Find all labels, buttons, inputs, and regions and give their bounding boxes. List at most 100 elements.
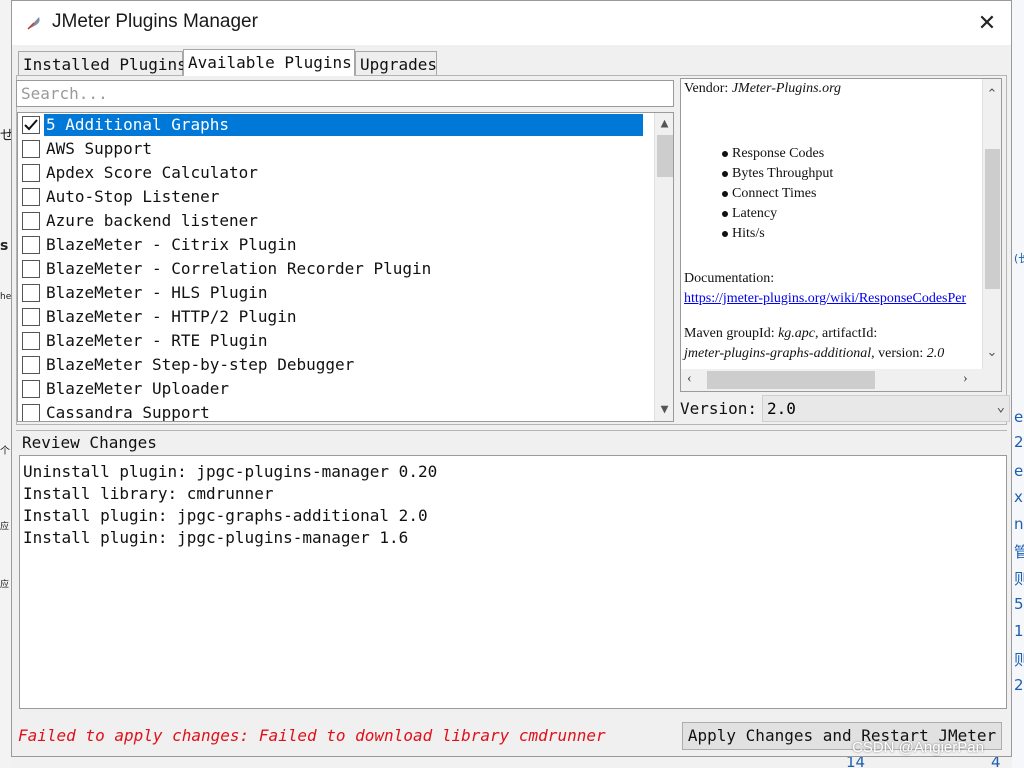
- plugin-name: BlazeMeter - Citrix Plugin: [46, 235, 297, 254]
- feature-item: Hits/s: [684, 224, 984, 244]
- plugin-list-item[interactable]: 5 Additional Graphs: [18, 113, 673, 137]
- plugin-details-content: Vendor: JMeter-Plugins.org Response Code…: [684, 79, 984, 364]
- plugin-checkbox[interactable]: [22, 212, 40, 230]
- tab-installed-plugins[interactable]: Installed Plugins: [18, 51, 187, 75]
- review-changes-text[interactable]: Uninstall plugin: jpgc-plugins-manager 0…: [19, 455, 1007, 709]
- tab-available-plugins[interactable]: Available Plugins: [183, 49, 355, 76]
- plugin-checkbox[interactable]: [22, 332, 40, 350]
- plugin-list-item[interactable]: BlazeMeter Step-by-step Debugger: [18, 353, 673, 377]
- plugin-list-item[interactable]: Azure backend listener: [18, 209, 673, 233]
- documentation-label: Documentation:: [684, 271, 775, 286]
- plugin-list-item[interactable]: AWS Support: [18, 137, 673, 161]
- version-label: Version:: [680, 399, 758, 418]
- plugin-checkbox[interactable]: [22, 284, 40, 302]
- documentation-link[interactable]: https://jmeter-plugins.org/wiki/Response…: [684, 289, 984, 309]
- plugin-list: 5 Additional Graphs AWS Support Apdex Scor…: [17, 112, 674, 422]
- background-glyph: e: [1014, 462, 1024, 480]
- details-vertical-scrollbar[interactable]: ⌃ ⌄: [982, 79, 1001, 369]
- plugin-list-item[interactable]: BlazeMeter - Correlation Recorder Plugin: [18, 257, 673, 281]
- scrollbar-thumb[interactable]: [657, 135, 673, 177]
- plugin-name: AWS Support: [46, 139, 152, 158]
- maven-version-label: , version:: [871, 346, 924, 361]
- plugin-name: BlazeMeter - HLS Plugin: [46, 283, 268, 302]
- plugin-checkbox[interactable]: [22, 356, 40, 374]
- background-glyph: 应: [0, 580, 10, 590]
- feature-item: Bytes Throughput: [684, 164, 984, 184]
- plugin-name: 5 Additional Graphs: [44, 114, 643, 136]
- scroll-down-icon[interactable]: ⌄: [983, 343, 1001, 361]
- close-icon: ✕: [977, 10, 997, 35]
- plugin-rows: 5 Additional Graphs AWS Support Apdex Scor…: [18, 113, 673, 422]
- plugin-checkbox[interactable]: [22, 164, 40, 182]
- plugin-checkbox[interactable]: [22, 404, 40, 421]
- plugin-name: Auto-Stop Listener: [46, 187, 220, 206]
- background-glyph: 个: [0, 446, 10, 457]
- version-select[interactable]: 2.0 ⌄: [762, 395, 1010, 422]
- error-message: Failed to apply changes: Failed to downl…: [18, 726, 606, 745]
- plugin-name: Azure backend listener: [46, 211, 258, 230]
- checkmark-icon: [24, 119, 38, 131]
- plugin-checkbox[interactable]: [22, 140, 40, 158]
- version-value: 2.0: [767, 399, 796, 418]
- feature-item: Response Codes: [684, 144, 984, 164]
- tab-upgrades[interactable]: Upgrades: [355, 51, 437, 75]
- scroll-right-icon[interactable]: ›: [963, 371, 968, 387]
- plugin-name: BlazeMeter Step-by-step Debugger: [46, 355, 355, 374]
- background-glyph: 则: [1014, 570, 1024, 588]
- maven-label: Maven groupId:: [684, 326, 775, 341]
- plugin-list-item[interactable]: Auto-Stop Listener: [18, 185, 673, 209]
- plugin-name: BlazeMeter Uploader: [46, 379, 230, 398]
- plugin-checkbox[interactable]: [22, 188, 40, 206]
- feature-list: Response Codes Bytes Throughput Connect …: [684, 144, 984, 244]
- background-glyph: 应: [0, 522, 10, 532]
- feature-item: Connect Times: [684, 184, 984, 204]
- plugin-list-item[interactable]: BlazeMeter - HTTP/2 Plugin: [18, 305, 673, 329]
- plugins-manager-window: JMeter Plugins Manager ✕ Installed Plugi…: [11, 0, 1012, 757]
- plugin-checkbox[interactable]: [22, 308, 40, 326]
- plugin-checkbox[interactable]: [22, 236, 40, 254]
- scroll-up-icon[interactable]: ▲: [655, 115, 673, 133]
- plugin-list-item[interactable]: Cassandra Support: [18, 401, 673, 422]
- plugin-list-item[interactable]: BlazeMeter Uploader: [18, 377, 673, 401]
- scrollbar-thumb[interactable]: [985, 149, 1000, 289]
- details-horizontal-scrollbar[interactable]: ‹ ›: [681, 369, 1001, 391]
- plugin-name: BlazeMeter - Correlation Recorder Plugin: [46, 259, 432, 278]
- scroll-down-icon[interactable]: ▼: [655, 401, 673, 419]
- scrollbar-thumb[interactable]: [707, 371, 875, 389]
- vendor-value: JMeter-Plugins.org: [731, 81, 842, 96]
- search-input[interactable]: Search...: [16, 80, 674, 107]
- plugin-list-item[interactable]: BlazeMeter - RTE Plugin: [18, 329, 673, 353]
- review-line: Install plugin: jpgc-plugins-manager 1.6: [23, 528, 409, 547]
- background-glyph: 1: [1014, 622, 1024, 640]
- background-glyph: e: [1014, 408, 1024, 426]
- chevron-down-icon: ⌄: [996, 399, 1005, 415]
- background-glyph: 则: [1014, 651, 1024, 669]
- background-glyph: (长: [1014, 252, 1024, 265]
- scroll-left-icon[interactable]: ‹: [687, 371, 692, 387]
- plugin-checkbox[interactable]: [22, 116, 40, 134]
- scroll-up-icon[interactable]: ⌃: [983, 85, 1001, 103]
- plugin-checkbox[interactable]: [22, 380, 40, 398]
- maven-version: 2.0: [926, 346, 945, 361]
- window-title: JMeter Plugins Manager: [52, 11, 258, 32]
- close-button[interactable]: ✕: [963, 1, 1011, 45]
- plugin-name: Cassandra Support: [46, 403, 210, 422]
- maven-artifact-label: , artifactId:: [815, 326, 878, 341]
- watermark: CSDN @AngierPan: [852, 739, 984, 756]
- plugin-list-item[interactable]: BlazeMeter - HLS Plugin: [18, 281, 673, 305]
- maven-artifact: jmeter-plugins-graphs-additional: [684, 346, 872, 361]
- review-line: Install plugin: jpgc-graphs-additional 2…: [23, 506, 428, 525]
- review-line: Install library: cmdrunner: [23, 484, 274, 503]
- title-bar: JMeter Plugins Manager ✕: [12, 1, 1011, 45]
- plugin-checkbox[interactable]: [22, 260, 40, 278]
- plugin-list-item[interactable]: BlazeMeter - Citrix Plugin: [18, 233, 673, 257]
- plugin-list-scrollbar[interactable]: ▲ ▼: [654, 113, 673, 421]
- background-glyph: 2: [1014, 433, 1024, 451]
- plugin-list-item[interactable]: Apdex Score Calculator: [18, 161, 673, 185]
- vendor-label: Vendor:: [684, 81, 729, 96]
- plugin-name: BlazeMeter - HTTP/2 Plugin: [46, 307, 297, 326]
- background-app-bottom-edge: 14 4: [11, 753, 1012, 771]
- plugin-details-panel: Vendor: JMeter-Plugins.org Response Code…: [680, 78, 1002, 392]
- background-glyph: 5: [1014, 595, 1024, 613]
- background-app-right-edge: (长 e 2 e x( ni 管 则 5 1 则 2: [1012, 0, 1024, 768]
